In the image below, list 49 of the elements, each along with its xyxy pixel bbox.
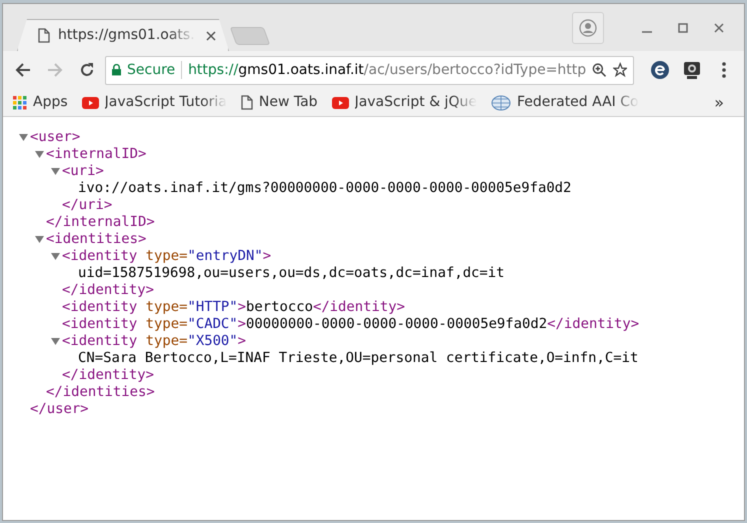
- xml-line: <identities>: [46, 231, 146, 248]
- xml-line: <user>: [30, 129, 80, 146]
- bookmark-item[interactable]: JavaScript Tutoria: [82, 92, 227, 113]
- apps-grid-icon: [13, 96, 27, 110]
- page-icon: [240, 95, 253, 110]
- minimize-icon: [642, 31, 652, 33]
- xml-text: uid=1587519698,ou=users,ou=ds,dc=oats,dc=inaf,dc=it: [78, 265, 505, 282]
- reload-icon: [79, 62, 95, 78]
- bookmark-item[interactable]: Federated AAI Co: [490, 92, 639, 113]
- bookmark-item[interactable]: JavaScript & jQue: [332, 92, 477, 113]
- maximize-icon: [678, 23, 688, 33]
- xml-text: CN=Sara Bertocco,L=INAF Trieste,OU=personal certificate,O=infn,C=it: [78, 350, 638, 367]
- xml-text: ivo://oats.inaf.it/gms?00000000-0000-0000-0000-00005e9fa0d2: [78, 180, 572, 197]
- xml-line: <identity type="HTTP">bertocco</identity>: [62, 299, 405, 316]
- xml-line: </internalID>: [46, 214, 155, 231]
- xml-line: </user>: [30, 401, 89, 418]
- bookmark-item[interactable]: New Tab: [240, 92, 318, 113]
- back-arrow-icon: [15, 62, 31, 78]
- xml-line: <internalID>: [46, 146, 146, 163]
- xml-line: </identity>: [62, 282, 154, 299]
- video-play-icon: [332, 96, 349, 108]
- browser-tab[interactable]: https://gms01.oats.i: [17, 19, 229, 51]
- xml-line: </uri>: [62, 197, 112, 214]
- close-icon: [714, 23, 724, 33]
- webcam-icon: [682, 60, 702, 80]
- close-icon: [206, 30, 216, 40]
- xml-line: </identity>: [62, 367, 154, 384]
- person-icon: [579, 19, 597, 37]
- xml-line: <identity type="CADC">00000000-0000-0000-0000-00005e9fa0d2</identity>: [62, 316, 640, 333]
- letter-e-icon: [650, 60, 670, 80]
- profile-button[interactable]: [572, 12, 604, 44]
- zoom-icon[interactable]: [592, 62, 607, 78]
- video-play-icon: [82, 96, 99, 108]
- bookmarks-overflow-button[interactable]: »: [714, 90, 724, 114]
- xml-line: <uri>: [62, 163, 104, 180]
- security-label: Secure: [127, 60, 176, 80]
- bookmark-item[interactable]: Apps: [13, 92, 68, 113]
- tab-close-button[interactable]: [204, 28, 218, 42]
- globe-logo-icon: [490, 94, 511, 110]
- lock-icon: [112, 64, 122, 76]
- xml-line: </identities>: [46, 384, 155, 401]
- menu-icon: [722, 62, 726, 78]
- url-text: https://gms01.oats.inaf.it/ac/users/bertocco?idType=http: [188, 60, 586, 80]
- page-icon: [38, 28, 50, 43]
- star-icon[interactable]: [612, 62, 627, 78]
- forward-arrow-icon: [47, 62, 63, 78]
- xml-line: <identity type="entryDN">: [62, 248, 272, 265]
- address-bar[interactable]: Secure https://gms01.oats.inaf.it/ac/users/bertocco?idType=http: [105, 56, 634, 84]
- xml-line: <identity type="X500">: [62, 333, 246, 350]
